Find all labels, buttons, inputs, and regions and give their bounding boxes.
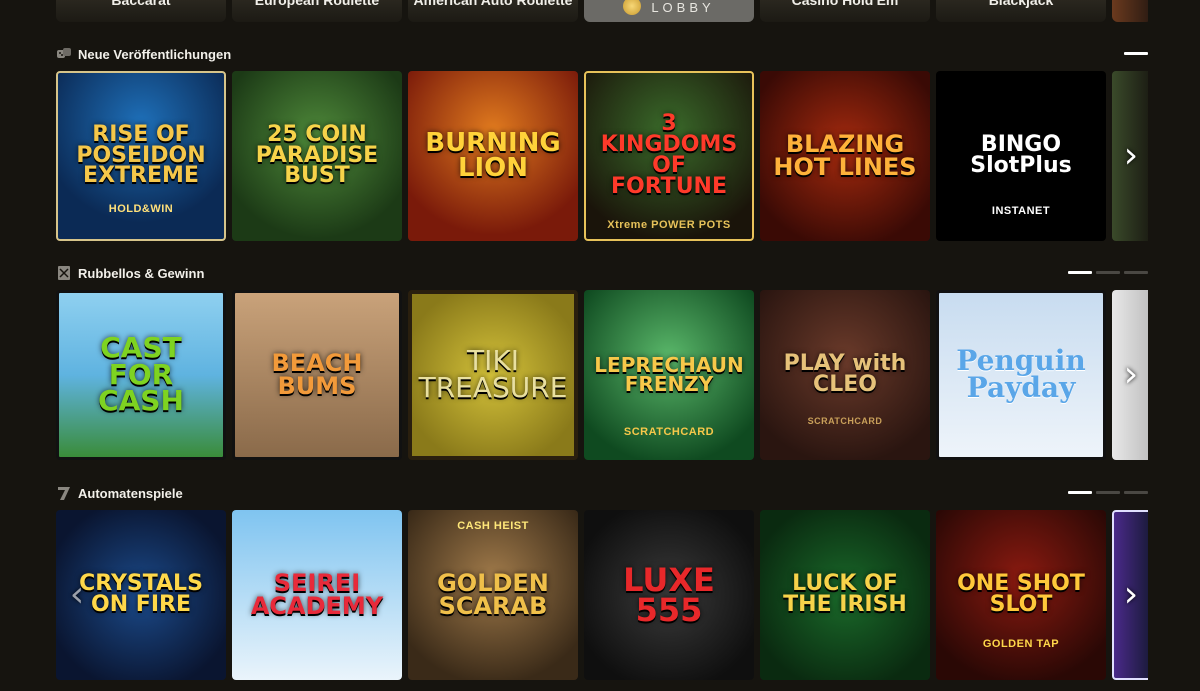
game-title: RISE OF POSEIDON EXTREME (76, 121, 206, 189)
game-carousel: CAST FOR CASH BEACH BUMS TIKI TREASURE L… (56, 290, 1148, 460)
game-title: BLAZING HOT LINES (773, 130, 917, 181)
game-title: GOLDEN SCARAB (437, 569, 549, 620)
tab-american-auto-roulette[interactable]: American Auto Roulette (408, 0, 578, 22)
tab-label: Baccarat (111, 0, 171, 8)
tab-blackjack[interactable]: Blackjack (936, 0, 1106, 22)
section-title: Rubbellos & Gewinn (78, 265, 205, 281)
coin-icon (623, 0, 642, 15)
game-title: LEPRECHAUN FRENZY (594, 353, 744, 396)
game-tile[interactable]: 3 KINGDOMS OF FORTUNE Xtreme POWER POTS (584, 71, 754, 241)
game-tile[interactable]: PLAY with CLEO SCRATCHCARD (760, 290, 930, 460)
dice-icon (56, 46, 72, 62)
pager-dot-active[interactable] (1068, 271, 1092, 274)
carousel-pager[interactable] (1124, 52, 1148, 55)
game-title: BINGO SlotPlus (970, 132, 1072, 178)
game-tile[interactable]: LEPRECHAUN FRENZY SCRATCHCARD (584, 290, 754, 460)
section-scratch-cards: Rubbellos & Gewinn CAST FOR CASH BEACH B… (56, 262, 1148, 460)
pager-dot[interactable] (1124, 491, 1148, 494)
game-title: LUCK OF THE IRISH (783, 571, 907, 617)
game-tile[interactable]: ONE SHOT SLOT GOLDEN TAP (936, 510, 1106, 680)
section-header: Rubbellos & Gewinn (56, 262, 1148, 284)
section-title: Automatenspiele (78, 485, 183, 501)
chevron-right-icon[interactable]: › (1120, 352, 1142, 396)
carousel-pager[interactable] (1068, 491, 1148, 494)
chevron-left-icon[interactable]: ‹ (66, 572, 88, 616)
section-slots: Automatenspiele CRYSTALS ON FIRE SEIREI … (56, 482, 1148, 680)
game-subtitle: GOLDEN TAP (982, 638, 1060, 650)
game-tile[interactable]: Penguin Payday (936, 290, 1106, 460)
game-title: CAST FOR CASH (98, 331, 184, 418)
game-tile[interactable]: 25 COIN PARADISE BUST (232, 71, 402, 241)
game-tile[interactable]: BURNING LION (408, 71, 578, 241)
tab-label: Casino Hold'Em (791, 0, 899, 8)
game-subtitle: HOLD&WIN (108, 203, 174, 215)
game-title: 25 COIN PARADISE BUST (255, 121, 379, 189)
game-tile[interactable]: BINGO SlotPlus INSTANET (936, 71, 1106, 241)
game-title: ONE SHOT SLOT (957, 571, 1085, 617)
tab-label: European Roulette (254, 0, 380, 8)
game-tile[interactable]: GOLDEN SCARAB CASH HEIST (408, 510, 578, 680)
game-title: LUXE 555 (623, 560, 715, 629)
tab-label: Blackjack (988, 0, 1054, 8)
pager-dot[interactable] (1124, 271, 1148, 274)
tab-casino-holdem[interactable]: Casino Hold'Em (760, 0, 930, 22)
game-title: TIKI TREASURE (418, 344, 568, 404)
section-header: Automatenspiele (56, 482, 1148, 504)
game-title: 3 KINGDOMS OF FORTUNE (600, 111, 738, 199)
game-tile[interactable]: SEIREI ACADEMY (232, 510, 402, 680)
game-subtitle: SCRATCHCARD (807, 416, 883, 426)
game-carousel: RISE OF POSEIDON EXTREME HOLD&WIN 25 COI… (56, 71, 1148, 241)
game-tile[interactable]: RISE OF POSEIDON EXTREME HOLD&WIN (56, 71, 226, 241)
game-title: Penguin Payday (956, 344, 1086, 404)
game-title: PLAY with CLEO (783, 351, 907, 397)
game-tile[interactable]: BLAZING HOT LINES (760, 71, 930, 241)
tab-partial[interactable] (1112, 0, 1148, 22)
game-subtitle: SCRATCHCARD (623, 426, 715, 438)
chevron-right-icon[interactable]: › (1120, 133, 1142, 177)
game-tile[interactable]: CAST FOR CASH (56, 290, 226, 460)
lobby-label: LOBBY (651, 0, 715, 15)
game-subtitle: CASH HEIST (457, 520, 529, 532)
section-title: Neue Veröffentlichungen (78, 46, 232, 62)
scratch-card-icon (56, 265, 72, 281)
lobby-button[interactable]: LOBBY (584, 0, 754, 22)
tab-baccarat[interactable]: Baccarat (56, 0, 226, 22)
pager-dot[interactable] (1096, 491, 1120, 494)
pager-dot-active[interactable] (1068, 491, 1092, 494)
section-header: Neue Veröffentlichungen (56, 43, 1148, 65)
tab-label: American Auto Roulette (413, 0, 573, 8)
pager-dot-active[interactable] (1124, 52, 1148, 55)
game-tile[interactable]: LUCK OF THE IRISH (760, 510, 930, 680)
tab-european-roulette[interactable]: European Roulette (232, 0, 402, 22)
game-title: BEACH BUMS (271, 349, 363, 400)
live-tabs-strip: Baccarat European Roulette American Auto… (56, 0, 1148, 22)
game-subtitle: Xtreme POWER POTS (607, 219, 731, 231)
chevron-right-icon[interactable]: › (1120, 572, 1142, 616)
game-tile[interactable]: LUXE 555 (584, 510, 754, 680)
game-subtitle: INSTANET (991, 205, 1051, 217)
game-title: SEIREI ACADEMY (250, 569, 384, 620)
game-tile[interactable]: BEACH BUMS (232, 290, 402, 460)
game-tile[interactable]: TIKI TREASURE (408, 290, 578, 460)
carousel-pager[interactable] (1068, 271, 1148, 274)
seven-icon (56, 485, 72, 501)
game-carousel: CRYSTALS ON FIRE SEIREI ACADEMY GOLDEN S… (56, 510, 1148, 680)
pager-dot[interactable] (1096, 271, 1120, 274)
game-title: BURNING LION (425, 128, 561, 183)
section-new-releases: Neue Veröffentlichungen RISE OF POSEIDON… (56, 43, 1148, 241)
